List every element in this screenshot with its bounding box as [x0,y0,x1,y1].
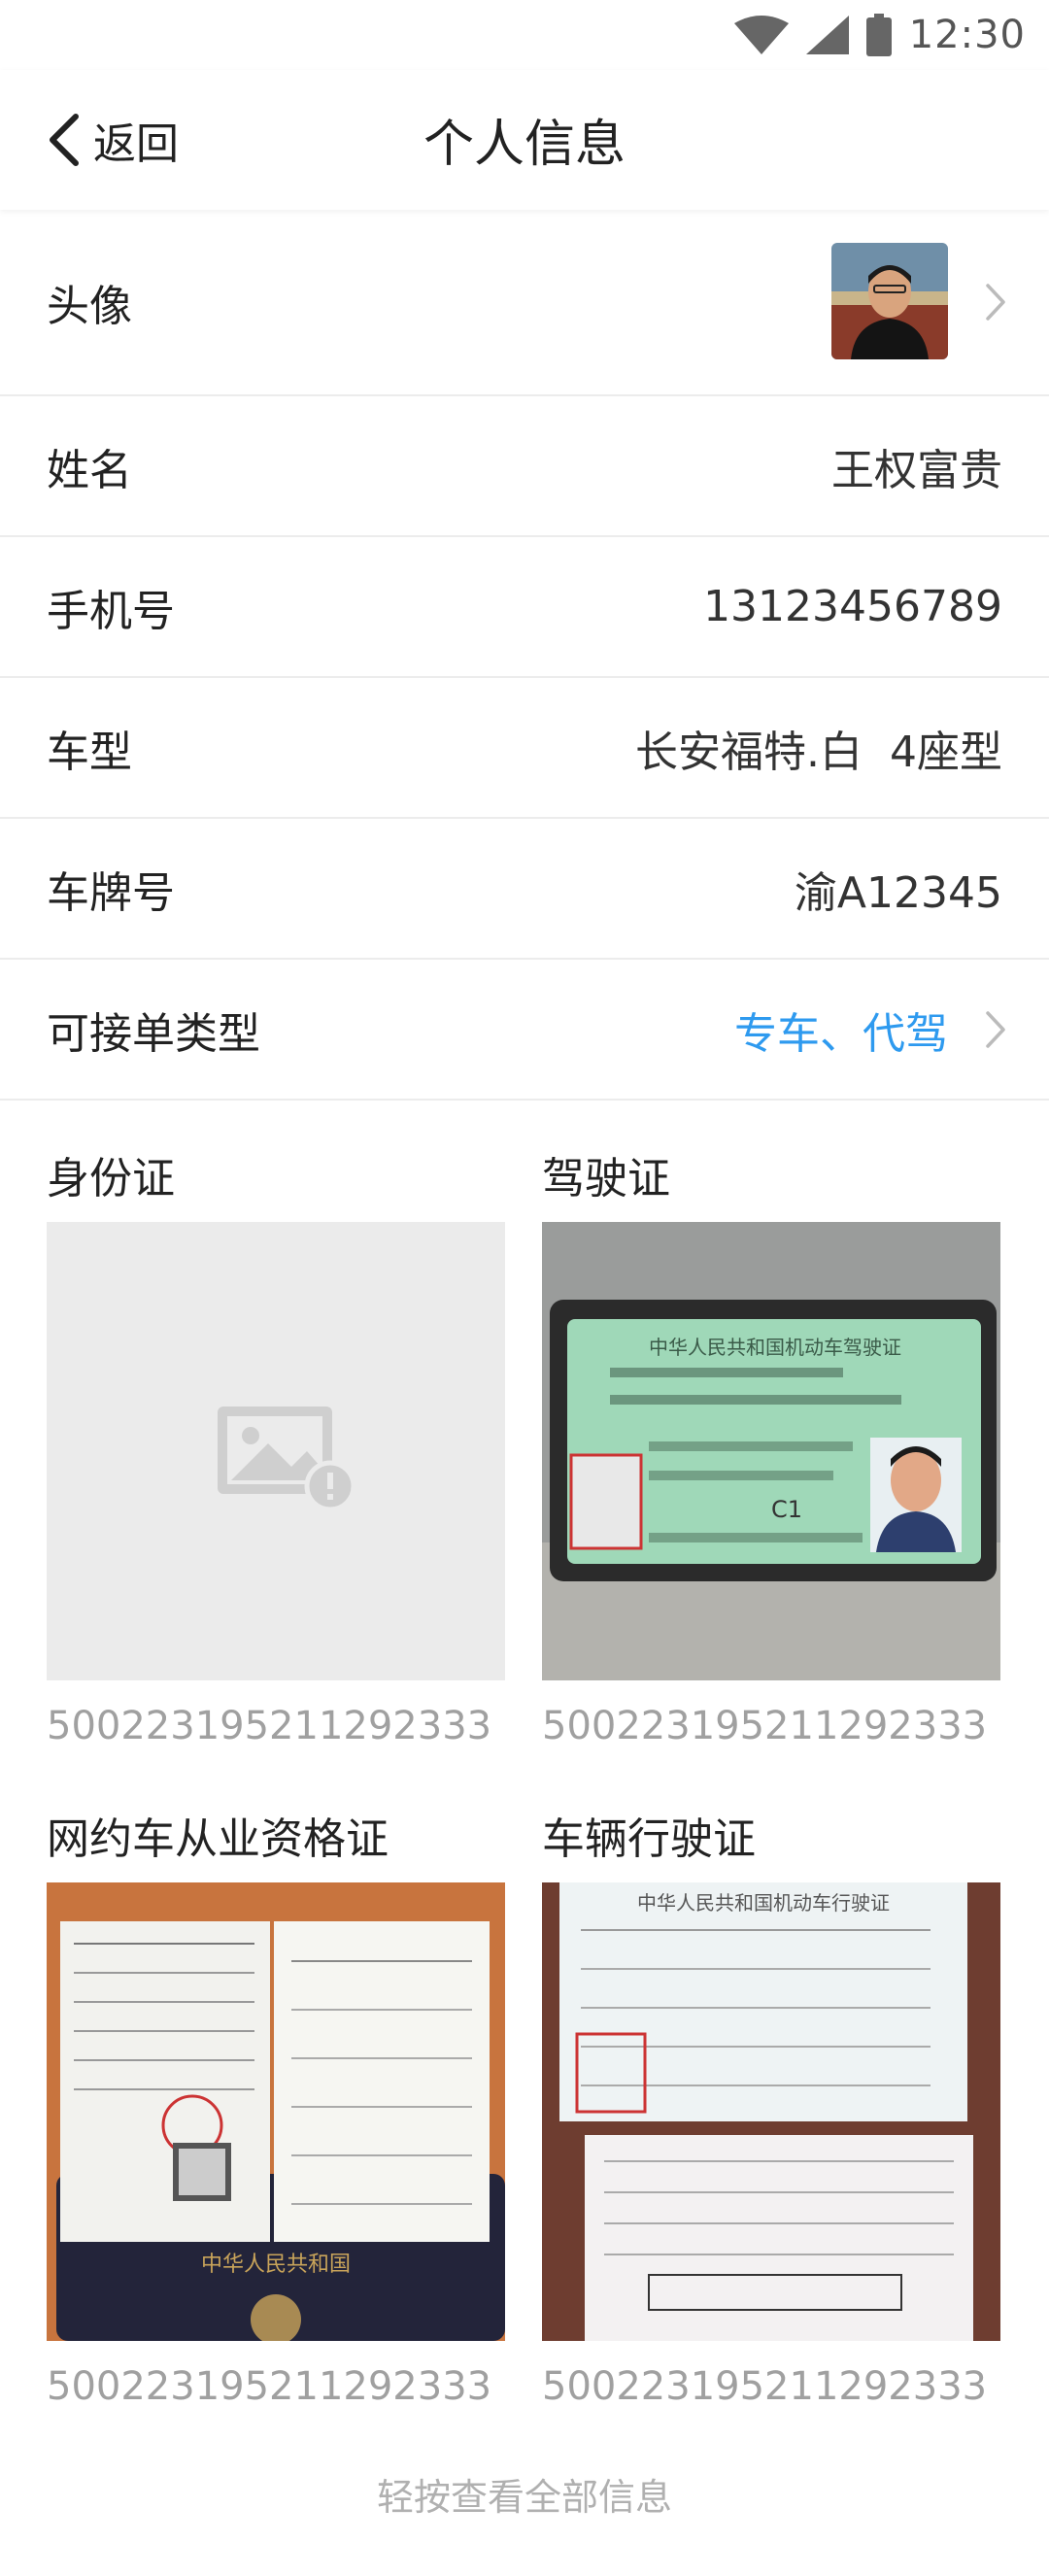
vehicle-license-photo: 中华人民共和国机动车行驶证 [542,1882,1000,2341]
plate-label: 车牌号 [47,867,175,918]
doc-title: 车辆行驶证 [542,1814,756,1864]
view-all-hint[interactable]: 轻按查看全部信息 [0,2467,1049,2521]
avatar-row[interactable]: 头像 [0,210,1049,396]
wifi-icon [733,16,789,54]
doc-number: 500223195211292333 [47,1704,492,1748]
phone-value: 13123456789 [703,582,1002,631]
avatar [831,243,948,359]
driver-license-doc[interactable]: 驾驶证 中华人民共和国机动车驾驶证 C1 500223195211292333 [542,1150,1000,1748]
car-model-value: 长安福特.白 4座型 [635,727,1002,777]
chevron-right-icon [986,284,1005,321]
order-type-row[interactable]: 可接单类型 专车、代驾 [0,960,1049,1101]
plate-row: 车牌号 渝A12345 [0,819,1049,960]
car-model-row: 车型 长安福特.白 4座型 [0,678,1049,819]
nav-bar: 返回 个人信息 [0,70,1049,210]
name-label: 姓名 [47,445,132,495]
qualification-image[interactable]: 中华人民共和国 [47,1882,505,2341]
placeholder-image-icon [218,1407,356,1512]
signal-icon [805,16,849,54]
name-value: 王权富贵 [831,445,1002,495]
plate-value: 渝A12345 [794,867,1002,918]
doc-title: 网约车从业资格证 [47,1814,389,1864]
driver-license-image[interactable]: 中华人民共和国机动车驾驶证 C1 [542,1222,1000,1680]
vehicle-license-header: 中华人民共和国机动车行驶证 [637,1891,890,1915]
vehicle-license-doc[interactable]: 车辆行驶证 中华人民共和国机动车行驶证 500223195211292333 [542,1811,1000,2409]
page-title: 个人信息 [423,116,626,174]
avatar-row-label: 头像 [47,282,132,331]
cover-text: 中华人民共和国 [201,2253,351,2277]
doc-title: 身份证 [47,1154,175,1203]
status-time: 12:30 [908,13,1026,57]
license-header: 中华人民共和国机动车驾驶证 [649,1336,901,1359]
battery-icon [865,14,892,56]
status-bar: 12:30 [0,0,1049,70]
chevron-right-icon [986,1010,1005,1048]
phone-label: 手机号 [47,586,175,636]
doc-number: 500223195211292333 [542,1704,988,1748]
license-class: C1 [771,1496,802,1523]
doc-number: 500223195211292333 [47,2364,492,2409]
order-type-label: 可接单类型 [47,1008,260,1059]
drivers-license-photo: 中华人民共和国机动车驾驶证 C1 [542,1222,1000,1680]
ride-hailing-qualification-photo: 中华人民共和国 [47,1882,505,2341]
id-card-doc[interactable]: 身份证 500223195211292333 [47,1150,505,1748]
order-type-value: 专车、代驾 [734,1008,948,1059]
qualification-doc[interactable]: 网约车从业资格证 中华人民共和国 500223195211292333 [47,1811,505,2409]
status-icons: 12:30 [733,8,1026,62]
vehicle-license-image[interactable]: 中华人民共和国机动车行驶证 [542,1882,1000,2341]
phone-row: 手机号 13123456789 [0,537,1049,678]
doc-number: 500223195211292333 [542,2364,988,2409]
profile-list: 头像 姓名 王权富贵 手机号 13123456789 车型 长安福特.白 4座型… [0,210,1049,1101]
doc-title: 驾驶证 [542,1154,670,1203]
car-model-label: 车型 [47,727,132,777]
id-card-image[interactable] [47,1222,505,1680]
name-row: 姓名 王权富贵 [0,396,1049,537]
